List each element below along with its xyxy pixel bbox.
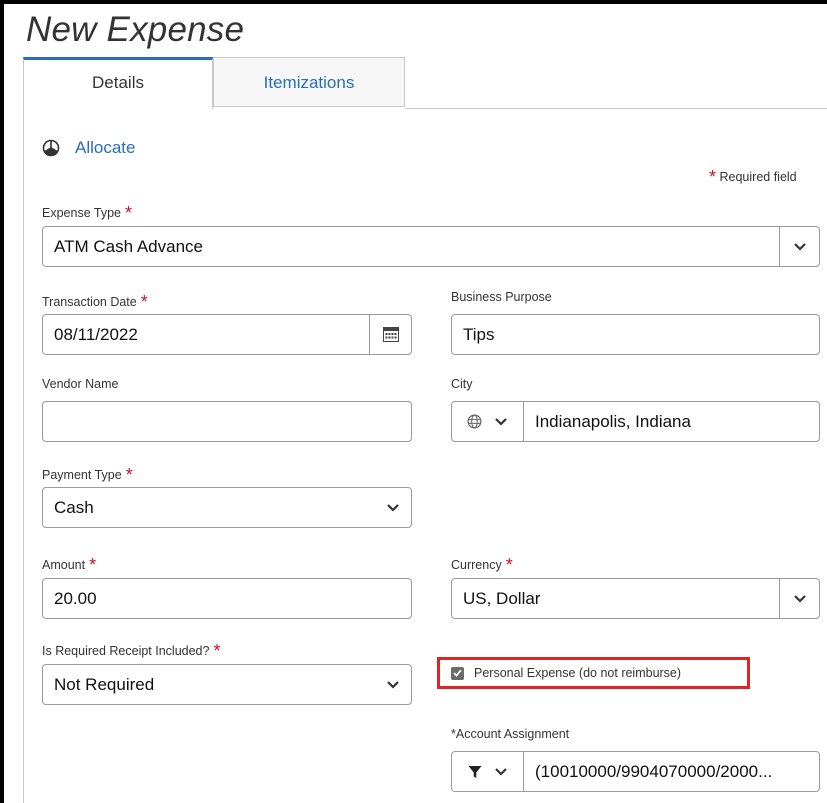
- payment-type-select[interactable]: Cash: [42, 487, 412, 528]
- required-star: *: [709, 167, 717, 187]
- receipt-included-label: Is Required Receipt Included? *: [42, 639, 221, 661]
- chevron-down-icon: [387, 504, 399, 512]
- transaction-date-label-text: Transaction Date: [42, 295, 137, 309]
- chevron-down-icon: [495, 418, 507, 426]
- required-star: *: [125, 465, 133, 485]
- payment-type-label: Payment Type *: [42, 463, 133, 485]
- expense-type-select[interactable]: ATM Cash Advance: [42, 226, 820, 267]
- currency-select[interactable]: US, Dollar: [451, 578, 820, 619]
- checkmark-icon: [453, 669, 462, 677]
- transaction-date-label: Transaction Date *: [42, 290, 148, 312]
- business-purpose-input[interactable]: Tips: [451, 314, 820, 355]
- amount-label-text: Amount: [42, 558, 86, 572]
- payment-type-label-text: Payment Type: [42, 468, 122, 482]
- payment-type-value: Cash: [54, 497, 94, 517]
- expense-type-dropdown-button[interactable]: [779, 227, 819, 266]
- transaction-date-value: 08/11/2022: [54, 324, 138, 344]
- receipt-included-value: Not Required: [54, 674, 155, 694]
- account-assignment-input[interactable]: (10010000/9904070000/2000...: [451, 751, 820, 792]
- chevron-down-icon: [387, 681, 399, 689]
- required-star: *: [125, 203, 133, 223]
- city-value: Indianapolis, Indiana: [535, 411, 691, 431]
- amount-value: 20.00: [54, 588, 97, 608]
- vendor-name-label: Vendor Name: [42, 377, 119, 391]
- currency-dropdown-button[interactable]: [779, 579, 819, 618]
- filter-icon: [468, 765, 481, 778]
- required-star: *: [213, 641, 221, 661]
- business-purpose-label: Business Purpose: [451, 290, 552, 304]
- globe-icon: [467, 414, 482, 429]
- account-filter-dropdown[interactable]: [452, 752, 524, 791]
- account-assignment-value: (10010000/9904070000/2000...: [535, 761, 773, 781]
- tab-divider: [405, 108, 827, 109]
- required-star: *: [89, 555, 97, 575]
- tab-details[interactable]: Details: [23, 57, 213, 109]
- city-input[interactable]: Indianapolis, Indiana: [451, 401, 820, 442]
- required-note-text: Required field: [719, 170, 797, 184]
- currency-value: US, Dollar: [463, 588, 541, 608]
- expense-type-label-text: Expense Type: [42, 206, 121, 220]
- payment-type-dropdown-button[interactable]: [375, 488, 411, 527]
- tab-itemizations[interactable]: Itemizations: [213, 57, 405, 107]
- city-label: City: [451, 377, 473, 391]
- account-assignment-label: *Account Assignment: [451, 727, 570, 741]
- chevron-down-icon: [793, 243, 806, 251]
- city-location-dropdown[interactable]: [452, 402, 524, 441]
- receipt-included-select[interactable]: Not Required: [42, 664, 412, 705]
- personal-expense-highlight: Personal Expense (do not reimburse): [437, 657, 750, 689]
- receipt-included-dropdown-button[interactable]: [375, 665, 411, 704]
- required-star: *: [505, 555, 513, 575]
- personal-expense-checkbox[interactable]: [451, 666, 464, 680]
- business-purpose-value: Tips: [463, 324, 495, 344]
- amount-input[interactable]: 20.00: [42, 578, 412, 619]
- vendor-name-input[interactable]: [42, 401, 412, 442]
- pie-chart-icon: [42, 139, 60, 157]
- chevron-down-icon: [494, 768, 507, 776]
- amount-label: Amount *: [42, 553, 97, 575]
- required-field-note: * Required field: [709, 165, 797, 187]
- calendar-icon: [382, 327, 399, 342]
- allocate-label: Allocate: [75, 138, 136, 157]
- currency-label: Currency *: [451, 553, 513, 575]
- expense-type-value: ATM Cash Advance: [54, 236, 203, 256]
- expense-type-label: Expense Type *: [42, 201, 133, 223]
- chevron-down-icon: [793, 595, 806, 603]
- panel-border: [23, 108, 24, 803]
- allocate-link[interactable]: Allocate: [42, 138, 135, 158]
- receipt-included-label-text: Is Required Receipt Included?: [42, 644, 210, 658]
- calendar-button[interactable]: [369, 315, 411, 354]
- required-star: *: [140, 292, 148, 312]
- currency-label-text: Currency: [451, 558, 502, 572]
- personal-expense-label: Personal Expense (do not reimburse): [474, 666, 682, 680]
- page-title: New Expense: [26, 10, 245, 49]
- transaction-date-input[interactable]: 08/11/2022: [42, 314, 412, 355]
